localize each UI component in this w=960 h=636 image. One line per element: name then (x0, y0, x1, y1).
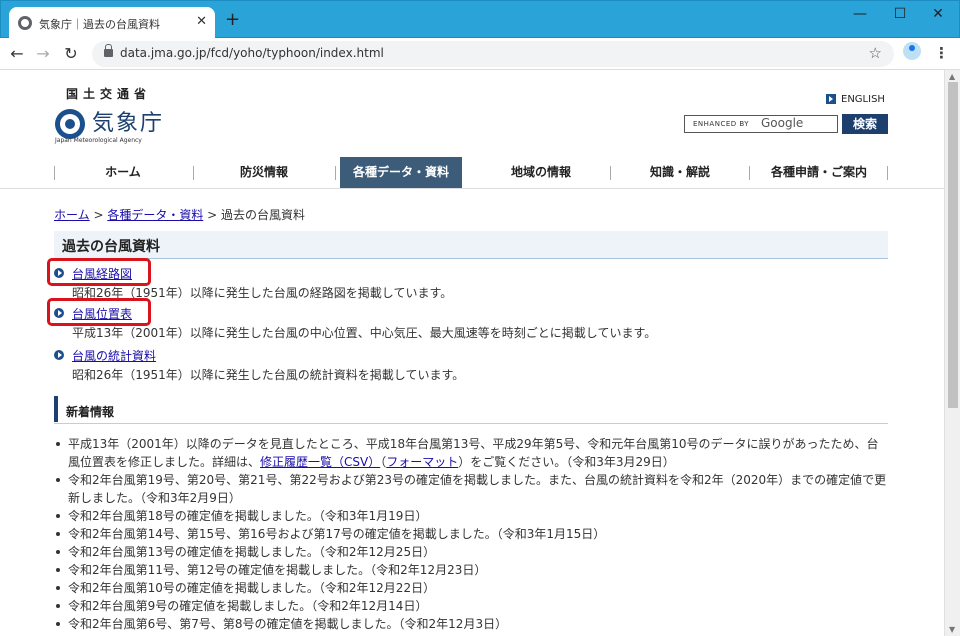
english-link[interactable]: ENGLISH (841, 94, 885, 105)
page-content: 国土交通省 気象庁 Japan Meteorological Agency EN… (0, 71, 944, 636)
close-window-icon[interactable]: ✕ (923, 5, 953, 25)
tab-title: 気象庁｜過去の台風資料 (39, 18, 160, 31)
news-item: 平成13年（2001年）以降のデータを見直したところ、平成18年台風第13号、平… (54, 435, 888, 471)
nav-item-knowledge[interactable]: 知識・解説 (611, 157, 749, 188)
news-list: 平成13年（2001年）以降のデータを見直したところ、平成18年台風第13号、平… (54, 435, 888, 633)
news-item: 令和2年台風第10号の確定値を掲載しました。（令和2年12月22日） (54, 579, 888, 597)
format-link[interactable]: フォーマット (386, 455, 458, 469)
news-item: 令和2年台風第18号の確定値を掲載しました。（令和3年1月19日） (54, 507, 888, 525)
browser-titlebar: 気象庁｜過去の台風資料 ✕ + — ☐ ✕ (0, 0, 960, 39)
search-prefix: ENHANCED BY (693, 120, 750, 128)
news-item: 令和2年台風第9号の確定値を掲載しました。（令和2年12月14日） (54, 597, 888, 615)
vertical-scrollbar[interactable]: ▲ ▼ (944, 70, 960, 636)
scroll-up-icon[interactable]: ▲ (949, 72, 955, 81)
nav-item-bosai[interactable]: 防災情報 (194, 157, 334, 188)
maximize-icon[interactable]: ☐ (885, 5, 915, 25)
news-text: ）をご覧ください。（令和3年3月29日） (458, 455, 675, 469)
reload-icon[interactable]: ↻ (60, 43, 82, 65)
page-title-bar: 過去の台風資料 (54, 231, 888, 259)
star-icon[interactable]: ☆ (869, 44, 882, 62)
new-tab-button[interactable]: + (225, 11, 240, 29)
more-vert-icon[interactable]: ⋮ (934, 44, 949, 62)
agency-name[interactable]: 気象庁 (92, 105, 164, 137)
agency-english-name: Japan Meteorological Agency (55, 137, 142, 144)
news-header: 新着情報 (54, 396, 888, 424)
breadcrumb-home[interactable]: ホーム (54, 208, 90, 222)
minimize-icon[interactable]: — (845, 5, 875, 25)
scroll-thumb[interactable] (948, 82, 958, 408)
arrow-right-icon[interactable]: → (32, 43, 54, 65)
nav-item-data[interactable]: 各種データ・資料 (340, 157, 462, 188)
breadcrumb-separator: > (203, 208, 222, 222)
highlight-box (47, 258, 151, 286)
arrow-bullet-icon (54, 350, 64, 360)
address-bar[interactable]: data.jma.go.jp/fcd/yoho/typhoon/index.ht… (92, 41, 894, 67)
jma-logo-icon[interactable] (55, 109, 85, 139)
nav-item-home[interactable]: ホーム (54, 157, 192, 188)
play-bullet-icon (826, 94, 836, 104)
statistics-link[interactable]: 台風の統計資料 (72, 347, 156, 364)
nav-divider (0, 188, 944, 189)
breadcrumb-current: 過去の台風資料 (221, 208, 306, 222)
url-text[interactable]: data.jma.go.jp/fcd/yoho/typhoon/index.ht… (120, 46, 384, 60)
news-title: 新着情報 (66, 405, 115, 419)
highlight-box (47, 298, 151, 326)
news-item: 令和2年台風第11号、第12号の確定値を掲載しました。（令和2年12月23日） (54, 561, 888, 579)
breadcrumb: ホーム > 各種データ・資料 > 過去の台風資料 (54, 206, 305, 223)
position-table-description: 平成13年（2001年）以降に発生した台風の中心位置、中心気圧、最大風速等を時刻… (72, 326, 657, 340)
news-item: 令和2年台風第6号、第7号、第8号の確定値を掲載しました。（令和2年12月3日） (54, 615, 888, 633)
nav-item-region[interactable]: 地域の情報 (472, 157, 610, 188)
breadcrumb-separator: > (89, 208, 108, 222)
browser-tab[interactable]: 気象庁｜過去の台風資料 ✕ (9, 7, 215, 39)
revision-history-link[interactable]: 修正履歴一覧（CSV） (260, 455, 380, 469)
global-nav: ホーム 防災情報 各種データ・資料 地域の情報 知識・解説 各種申請・ご案内 (54, 157, 888, 188)
globe-icon (18, 16, 32, 30)
arrow-left-icon[interactable]: ← (6, 43, 28, 65)
ministry-name: 国土交通省 (66, 87, 152, 101)
heading-bar (54, 396, 58, 422)
browser-toolbar: ← → ↻ data.jma.go.jp/fcd/yoho/typhoon/in… (0, 38, 960, 70)
scroll-down-icon[interactable]: ▼ (949, 625, 955, 634)
news-item: 令和2年台風第19号、第20号、第21号、第22号および第23号の確定値を掲載し… (54, 471, 888, 507)
site-search-input[interactable]: ENHANCED BY Google (684, 115, 838, 133)
page-title: 過去の台風資料 (62, 239, 160, 255)
profile-icon[interactable] (903, 42, 921, 60)
lock-icon (104, 44, 113, 57)
close-tab-icon[interactable]: ✕ (196, 14, 207, 29)
statistics-description: 昭和26年（1951年）以降に発生した台風の統計資料を掲載しています。 (72, 368, 465, 382)
breadcrumb-data[interactable]: 各種データ・資料 (107, 208, 203, 222)
search-brand: Google (761, 116, 804, 130)
nav-item-application[interactable]: 各種申請・ご案内 (750, 157, 888, 188)
news-item: 令和2年台風第14号、第15号、第16号および第17号の確定値を掲載しました。（… (54, 525, 888, 543)
news-item: 令和2年台風第13号の確定値を掲載しました。（令和2年12月25日） (54, 543, 888, 561)
search-button[interactable]: 検索 (842, 114, 888, 134)
